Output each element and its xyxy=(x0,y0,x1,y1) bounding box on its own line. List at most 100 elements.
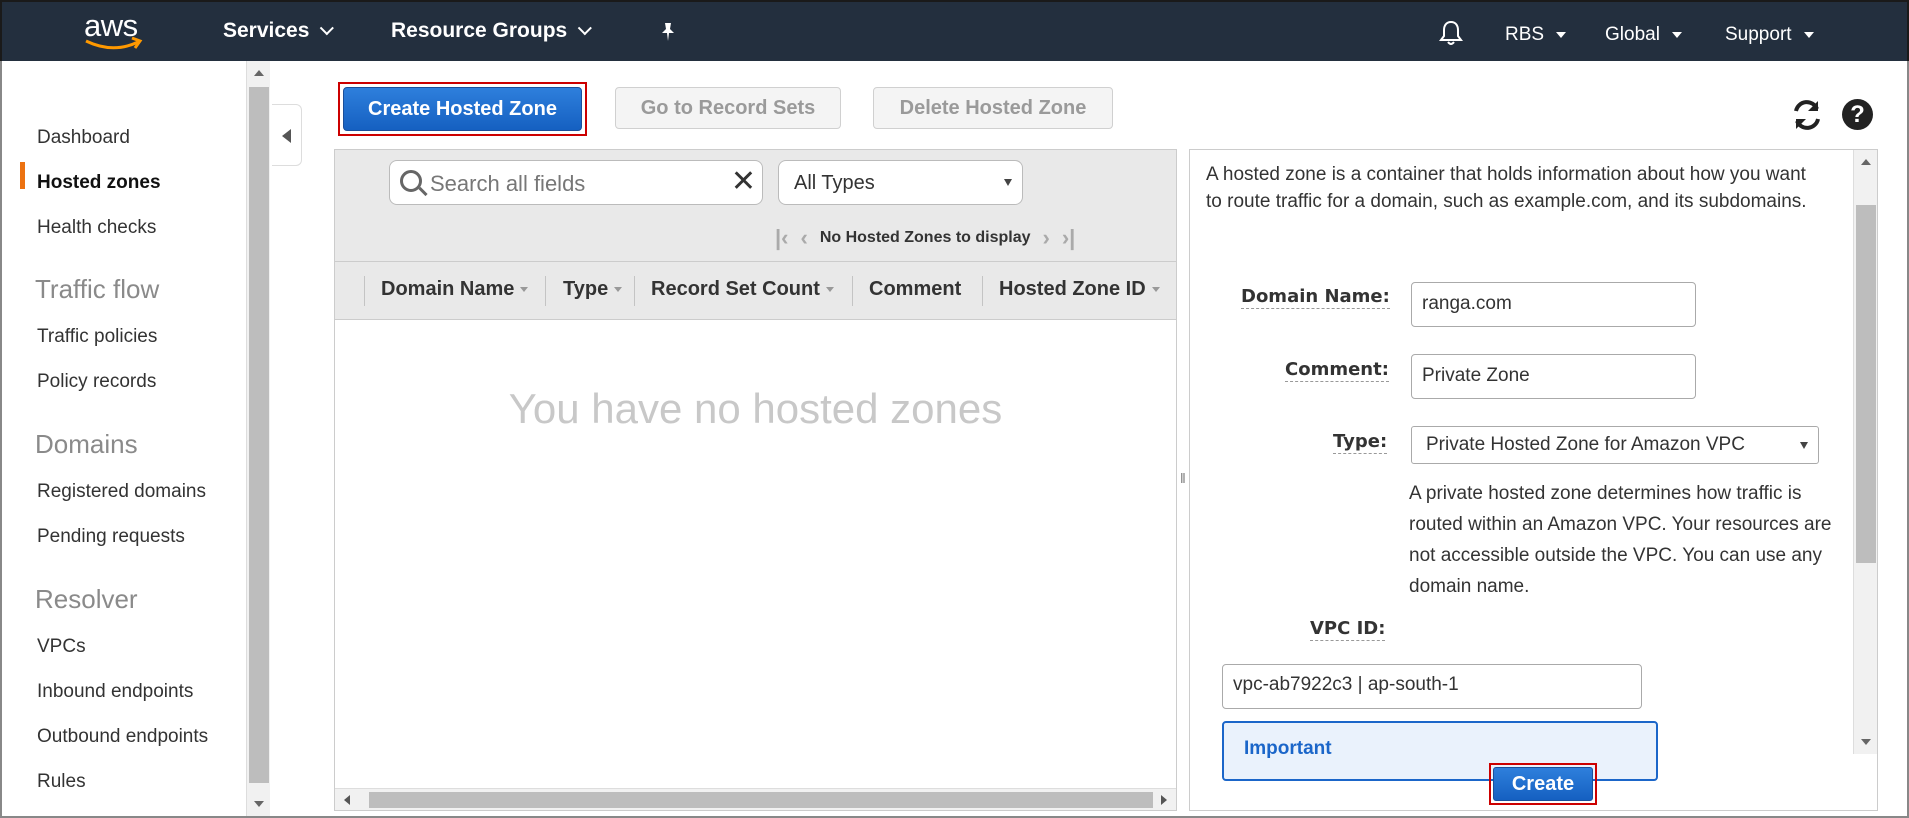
last-page-icon[interactable]: ›| xyxy=(1062,227,1075,249)
sidebar-item-policy-records[interactable]: Policy records xyxy=(37,371,156,393)
column-separator xyxy=(634,276,635,306)
account-menu[interactable]: RBS xyxy=(1505,24,1567,46)
sort-icon xyxy=(1151,287,1160,292)
clear-search-icon[interactable]: ✕ xyxy=(731,164,756,200)
sidebar-item-registered-domains[interactable]: Registered domains xyxy=(37,481,206,503)
caret-down-icon xyxy=(1803,32,1814,38)
sidebar-item-traffic-policies[interactable]: Traffic policies xyxy=(37,326,157,348)
sort-icon xyxy=(614,287,623,292)
sidebar-item-inbound-endpoints[interactable]: Inbound endpoints xyxy=(37,681,193,703)
caret-down-icon xyxy=(1800,442,1808,449)
top-navigation-bar: aws Services Resource Groups RBS Global … xyxy=(0,0,1909,61)
column-separator xyxy=(982,276,983,306)
resource-groups-menu[interactable]: Resource Groups xyxy=(391,19,593,43)
services-label: Services xyxy=(223,19,310,42)
scroll-down-icon[interactable] xyxy=(254,801,264,807)
sidebar-section-resolver: Resolver xyxy=(35,584,138,614)
column-separator xyxy=(852,276,853,306)
zone-type-value: Private Hosted Zone for Amazon VPC xyxy=(1426,434,1745,455)
column-header-domain-name[interactable]: Domain Name xyxy=(381,278,529,301)
scroll-up-icon[interactable] xyxy=(1861,159,1871,165)
panel-resize-handle[interactable]: ‖ xyxy=(1180,470,1186,486)
column-label: Type xyxy=(563,278,609,300)
chevron-down-icon xyxy=(320,21,335,36)
caret-down-icon xyxy=(1556,32,1567,38)
highlight-outline: Create Hosted Zone xyxy=(338,82,587,136)
scrollbar-thumb[interactable] xyxy=(249,87,269,783)
scroll-right-icon[interactable] xyxy=(1161,795,1167,805)
sidebar-section-domains: Domains xyxy=(35,429,138,459)
collapse-sidebar-button[interactable] xyxy=(272,104,302,166)
column-header-hosted-zone-id[interactable]: Hosted Zone ID xyxy=(999,278,1160,301)
column-header-type[interactable]: Type xyxy=(563,278,623,301)
type-filter-select[interactable]: All Types xyxy=(778,160,1023,205)
sidebar-item-rules[interactable]: Rules xyxy=(37,771,86,793)
support-label: Support xyxy=(1725,24,1792,45)
scroll-down-icon[interactable] xyxy=(1861,739,1871,745)
search-input[interactable]: Search all fields ✕ xyxy=(389,160,763,205)
vpc-id-select[interactable]: vpc-ab7922c3 | ap-south-1 xyxy=(1222,664,1642,709)
type-label: Type: xyxy=(1333,431,1388,454)
pin-icon[interactable] xyxy=(659,22,677,42)
table-header: Domain Name Type Record Set Count Commen… xyxy=(335,262,1176,320)
aws-logo[interactable]: aws xyxy=(80,8,146,54)
zone-type-select[interactable]: Private Hosted Zone for Amazon VPC xyxy=(1411,426,1819,464)
support-menu[interactable]: Support xyxy=(1725,24,1814,46)
create-button[interactable]: Create xyxy=(1493,767,1593,801)
column-label: Comment xyxy=(869,278,962,300)
help-icon[interactable]: ? xyxy=(1842,99,1873,130)
type-filter-value: All Types xyxy=(794,172,875,194)
create-hosted-zone-button[interactable]: Create Hosted Zone xyxy=(343,87,582,131)
important-notice-title: Important xyxy=(1244,738,1332,759)
scroll-up-icon[interactable] xyxy=(254,70,264,76)
chevron-down-icon xyxy=(577,21,593,36)
previous-page-icon[interactable]: ‹ xyxy=(800,227,807,249)
aws-smile-icon xyxy=(85,36,143,50)
sidebar-item-vpcs[interactable]: VPCs xyxy=(37,636,86,658)
active-item-marker xyxy=(20,162,25,189)
region-label: Global xyxy=(1605,24,1660,45)
resource-groups-label: Resource Groups xyxy=(391,19,568,42)
refresh-icon[interactable] xyxy=(1790,98,1824,132)
column-separator xyxy=(545,276,546,306)
services-menu[interactable]: Services xyxy=(223,19,335,43)
highlight-outline: Create xyxy=(1489,763,1597,805)
create-hosted-zone-form: A hosted zone is a container that holds … xyxy=(1189,149,1878,811)
caret-down-icon xyxy=(1004,179,1012,186)
scroll-left-icon[interactable] xyxy=(344,795,350,805)
first-page-icon[interactable]: |‹ xyxy=(775,227,788,249)
sort-icon xyxy=(825,287,834,292)
comment-field[interactable]: Private Zone xyxy=(1411,354,1696,399)
horizontal-scrollbar[interactable] xyxy=(335,788,1176,810)
scrollbar-thumb[interactable] xyxy=(1856,205,1876,563)
column-separator xyxy=(364,276,365,306)
next-page-icon[interactable]: › xyxy=(1043,227,1050,249)
go-to-record-sets-button[interactable]: Go to Record Sets xyxy=(615,87,841,129)
sidebar-item-dashboard[interactable]: Dashboard xyxy=(37,127,130,149)
bell-icon[interactable] xyxy=(1439,20,1463,46)
sidebar: Dashboard Hosted zones Health checks Tra… xyxy=(2,61,248,816)
column-header-comment[interactable]: Comment xyxy=(869,278,961,301)
form-scrollbar[interactable] xyxy=(1853,150,1877,754)
scrollbar-thumb[interactable] xyxy=(369,792,1153,808)
filter-bar: Search all fields ✕ All Types |‹ ‹ No Ho… xyxy=(335,150,1176,262)
column-label: Record Set Count xyxy=(651,278,820,300)
sidebar-item-pending-requests[interactable]: Pending requests xyxy=(37,526,185,548)
column-label: Hosted Zone ID xyxy=(999,278,1146,300)
chevron-left-icon xyxy=(282,129,291,143)
column-header-record-set-count[interactable]: Record Set Count xyxy=(651,278,834,301)
comment-label: Comment: xyxy=(1285,359,1389,382)
account-label: RBS xyxy=(1505,24,1545,45)
vpc-id-label: VPC ID: xyxy=(1310,618,1386,641)
sidebar-scrollbar[interactable] xyxy=(246,61,270,816)
sort-icon xyxy=(520,287,529,292)
region-menu[interactable]: Global xyxy=(1605,24,1682,46)
caret-down-icon xyxy=(1671,32,1682,38)
domain-name-field[interactable]: ranga.com xyxy=(1411,282,1696,327)
sidebar-item-health-checks[interactable]: Health checks xyxy=(37,217,156,239)
zone-type-help-text: A private hosted zone determines how tra… xyxy=(1409,483,1832,597)
sidebar-item-outbound-endpoints[interactable]: Outbound endpoints xyxy=(37,726,208,748)
sidebar-item-hosted-zones[interactable]: Hosted zones xyxy=(37,172,161,194)
search-placeholder: Search all fields xyxy=(430,171,586,196)
delete-hosted-zone-button[interactable]: Delete Hosted Zone xyxy=(873,87,1113,129)
